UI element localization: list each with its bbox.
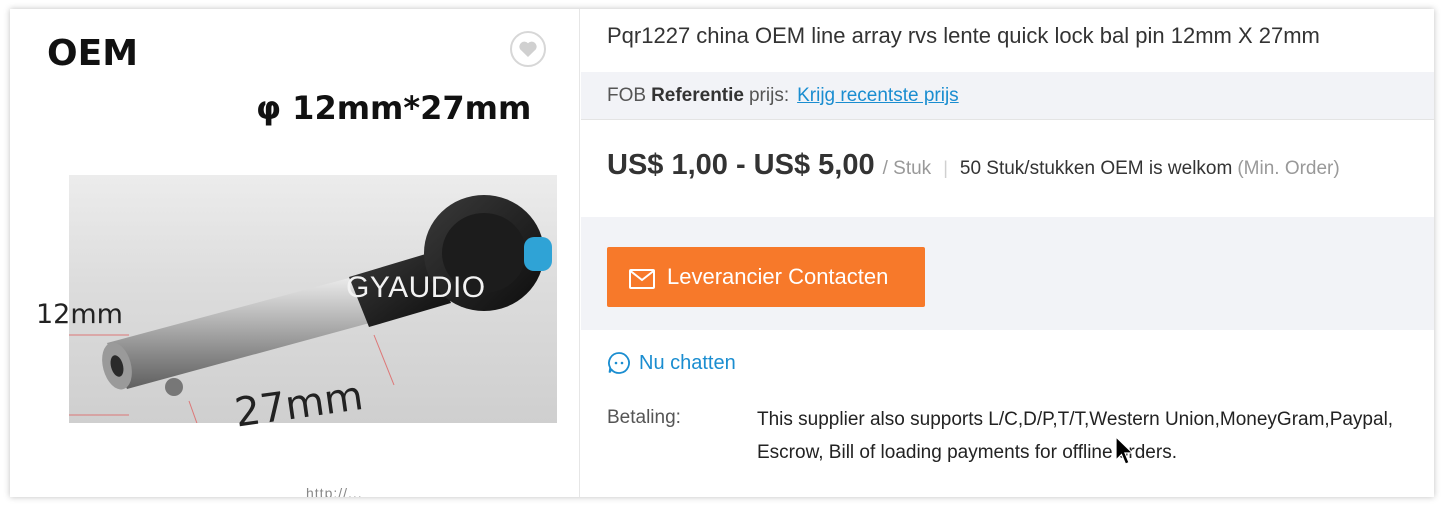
price-range: US$ 1,00 - US$ 5,00 [607,149,875,181]
envelope-icon [629,269,655,289]
mouse-cursor-icon [1115,435,1135,471]
payment-label: Betaling: [607,407,681,428]
fob-suffix: prijs: [748,84,790,106]
product-card: OEM φ 12mm*27mm GYAUDIO 12mm 27mm http:/… [10,9,1434,497]
latest-price-link[interactable]: Krijg recentste prijs [797,85,959,107]
min-order-note: (Min. Order) [1237,158,1340,179]
image-url-fragment: http://... [306,485,363,497]
product-image-panel[interactable]: OEM φ 12mm*27mm GYAUDIO 12mm 27mm http:/… [10,9,580,497]
image-label-diameter: 12mm [36,299,123,330]
image-brand-text: OEM [47,33,139,74]
chat-bubble-icon [608,352,630,374]
min-order-quantity: 50 Stuk/stukken OEM is welkom [959,158,1233,179]
image-watermark: GYAUDIO [346,271,486,304]
fob-reference-label: Referentie [651,84,744,106]
price-separator: | [943,158,948,178]
price-unit: / Stuk [882,158,932,179]
chat-now-link[interactable]: Nu chatten [607,351,736,375]
payment-methods-text: This supplier also supports L/C,D/P,T/T,… [757,409,1394,463]
product-title: Pqr1227 china OEM line array rvs lente q… [607,23,1320,48]
heart-icon [519,41,537,57]
product-info-panel: Pqr1227 china OEM line array rvs lente q… [581,9,1434,497]
image-dimension-text: φ 12mm*27mm [256,89,532,127]
fob-price-row: FOB Referentie prijs: Krijg recentste pr… [581,72,1434,120]
price-row: US$ 1,00 - US$ 5,00 / Stuk | 50 Stuk/stu… [607,149,1340,182]
chat-now-label: Nu chatten [639,351,736,374]
contact-supplier-label: Leverancier Contacten [667,264,889,289]
favorite-button[interactable] [510,31,546,67]
contact-supplier-button[interactable]: Leverancier Contacten [607,247,925,307]
contact-section: Leverancier Contacten [581,217,1434,330]
fob-prefix: FOB [607,84,647,106]
